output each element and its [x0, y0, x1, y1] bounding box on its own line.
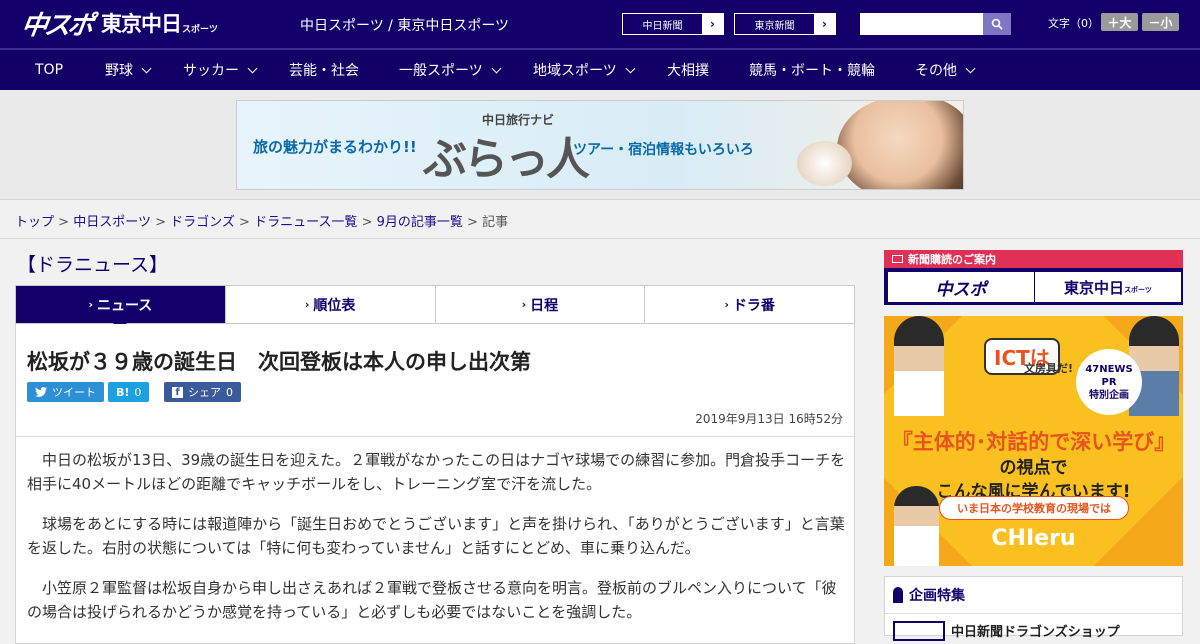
divider [885, 613, 1182, 614]
breadcrumb-link[interactable]: トップ [15, 215, 54, 230]
site-name: 中日スポーツ / 東京中日スポーツ [300, 18, 510, 34]
site-header: 中スポ 東京中日 スポーツ 中日スポーツ / 東京中日スポーツ 中日新聞 › 東… [0, 0, 1200, 48]
search-button[interactable] [983, 13, 1011, 35]
divider [0, 238, 1200, 239]
divider [16, 436, 854, 437]
facebook-icon: f [172, 386, 183, 398]
chevron-down-icon [247, 63, 258, 73]
subscribe-tokyo-chunichi-button[interactable]: 東京中日 スポーツ [1035, 272, 1181, 302]
ict-ad-banner[interactable]: ICTは 文房具だ! 47NEWS PR 特別企画 『主体的･対話的で深い学び』… [884, 316, 1183, 566]
banner-area: 旅の魅力がまるわかり!! 中日旅行ナビ ぶらっ人 ツアー・宿泊情報もいろいろ [0, 90, 1200, 200]
tokyo-shimbun-link[interactable]: 東京新聞 › [734, 13, 836, 35]
breadcrumb-link[interactable]: 9月の記事一覧 [377, 215, 463, 230]
nav-item-others[interactable]: その他 [915, 50, 976, 90]
nav-item-general-sports[interactable]: 一般スポーツ [399, 50, 502, 90]
font-size-label: 文字（0） [1048, 17, 1099, 30]
chevron-down-icon [141, 63, 152, 73]
section-tabs: › ニュース › 順位表 › 日程 › ドラ番 [15, 285, 855, 331]
chevron-right-icon: › [88, 298, 93, 311]
article: 松坂が３９歳の誕生日 次回登板は本人の申し出次第 ツイート B! 0 f シェア… [15, 324, 855, 644]
breadcrumb-link[interactable]: ドラゴンズ [170, 215, 235, 230]
pr-badge: 47NEWS PR 特別企画 [1076, 349, 1142, 415]
nav-item-top[interactable]: TOP [35, 50, 63, 90]
tab-standings[interactable]: › 順位表 [226, 286, 436, 323]
chevron-down-icon [625, 63, 636, 73]
article-paragraph: 球場をあとにする時には報道陣から「誕生日おめでとうございます」と声を掛けられ、「… [27, 515, 845, 557]
chevron-right-icon: › [304, 298, 310, 311]
search-icon [991, 18, 1003, 30]
font-smaller-button[interactable]: －小 [1142, 13, 1179, 31]
breadcrumb: トップ > 中日スポーツ > ドラゴンズ > ドラニュース一覧 > 9月の記事一… [15, 215, 509, 230]
nav-item-sumo[interactable]: 大相撲 [667, 50, 709, 90]
logo-sports: スポーツ [182, 24, 218, 35]
ict-headline: 『主体的･対話的で深い学び』 [891, 430, 1176, 454]
chevron-right-icon: › [521, 298, 527, 311]
ict-badge-sub: 文房具だ! [1024, 362, 1074, 375]
logo-chuspo: 中スポ [19, 10, 93, 41]
feature-item-link[interactable]: 中日新聞ドラゴンズショップ [951, 621, 1120, 640]
newspaper-icon [892, 255, 903, 263]
tab-schedule[interactable]: › 日程 [436, 286, 646, 323]
logo-tokyo-chunichi: 東京中日 [101, 12, 182, 36]
tweet-button[interactable]: ツイート [27, 382, 104, 402]
nav-item-entertainment[interactable]: 芸能・社会 [289, 50, 359, 90]
subscription-box: 新聞購読のご案内 中スポ 東京中日 スポーツ [884, 250, 1183, 305]
hatena-icon: B! [116, 385, 130, 399]
nav-item-baseball[interactable]: 野球 [105, 50, 152, 90]
chevron-down-icon [965, 63, 976, 73]
chevron-down-icon [491, 63, 502, 73]
subscribe-chuspo-button[interactable]: 中スポ [888, 272, 1034, 302]
facebook-share-button[interactable]: f シェア 0 [164, 382, 241, 402]
ad-left-text: 旅の魅力がまるわかり!! [253, 138, 417, 156]
article-headline: 松坂が３９歳の誕生日 次回登板は本人の申し出次第 [27, 350, 531, 374]
chunichi-shimbun-link[interactable]: 中日新聞 › [622, 13, 724, 35]
travel-ad-banner[interactable]: 旅の魅力がまるわかり!! 中日旅行ナビ ぶらっ人 ツアー・宿泊情報もいろいろ [236, 100, 964, 190]
search-input[interactable] [860, 13, 983, 35]
breadcrumb-link[interactable]: ドラニュース一覧 [254, 215, 357, 230]
section-title: 【ドラニュース】 [17, 254, 169, 276]
ribbon-icon [893, 587, 903, 603]
chevron-right-icon: › [814, 14, 835, 34]
ad-photo [837, 101, 963, 189]
chieru-logo: CHIeru [991, 526, 1076, 551]
chevron-right-icon: › [724, 298, 729, 311]
chevron-right-icon: › [702, 14, 723, 34]
breadcrumb-current: 記事 [482, 215, 509, 230]
article-paragraph: 中日の松坂が13日、39歳の誕生日を迎えた。２軍戦がなかったこの日はナゴヤ球場で… [27, 451, 846, 493]
twitter-icon [35, 387, 47, 397]
main-nav: TOP 野球 サッカー 芸能・社会 一般スポーツ 地域スポーツ 大相撲 競馬・ボ… [0, 48, 1200, 90]
breadcrumb-link[interactable]: 中日スポーツ [73, 215, 151, 230]
feature-thumbnail[interactable] [893, 621, 945, 641]
feature-title: 企画特集 [893, 585, 965, 605]
nav-item-racing[interactable]: 競馬・ボート・競輪 [749, 50, 875, 90]
site-logo[interactable]: 中スポ 東京中日 スポーツ [19, 6, 218, 41]
ad-logo: ぶらっ人 [423, 134, 590, 185]
publish-date: 2019年9月13日 16時52分 [695, 412, 843, 426]
ad-person-image [894, 316, 944, 416]
tab-news[interactable]: › ニュース [16, 286, 226, 331]
feature-box: 企画特集 中日新聞ドラゴンズショップ [884, 576, 1183, 641]
tab-dora-ban[interactable]: › ドラ番 [645, 286, 854, 323]
ad-right-text: ツアー・宿泊情報もいろいろ [573, 142, 754, 158]
font-larger-button[interactable]: ＋大 [1101, 13, 1138, 31]
nav-item-regional-sports[interactable]: 地域スポーツ [533, 50, 636, 90]
article-paragraph: 小笠原２軍監督は松坂自身から申し出さえあれば２軍戦で登板させる意向を明言。登板前… [27, 579, 837, 621]
hatena-bookmark-button[interactable]: B! 0 [108, 382, 150, 402]
ict-strip: いま日本の学校教育の現場では [939, 496, 1129, 520]
nav-item-soccer[interactable]: サッカー [183, 50, 258, 90]
subscription-header: 新聞購読のご案内 [884, 250, 1183, 268]
ad-shell-image [797, 141, 852, 186]
